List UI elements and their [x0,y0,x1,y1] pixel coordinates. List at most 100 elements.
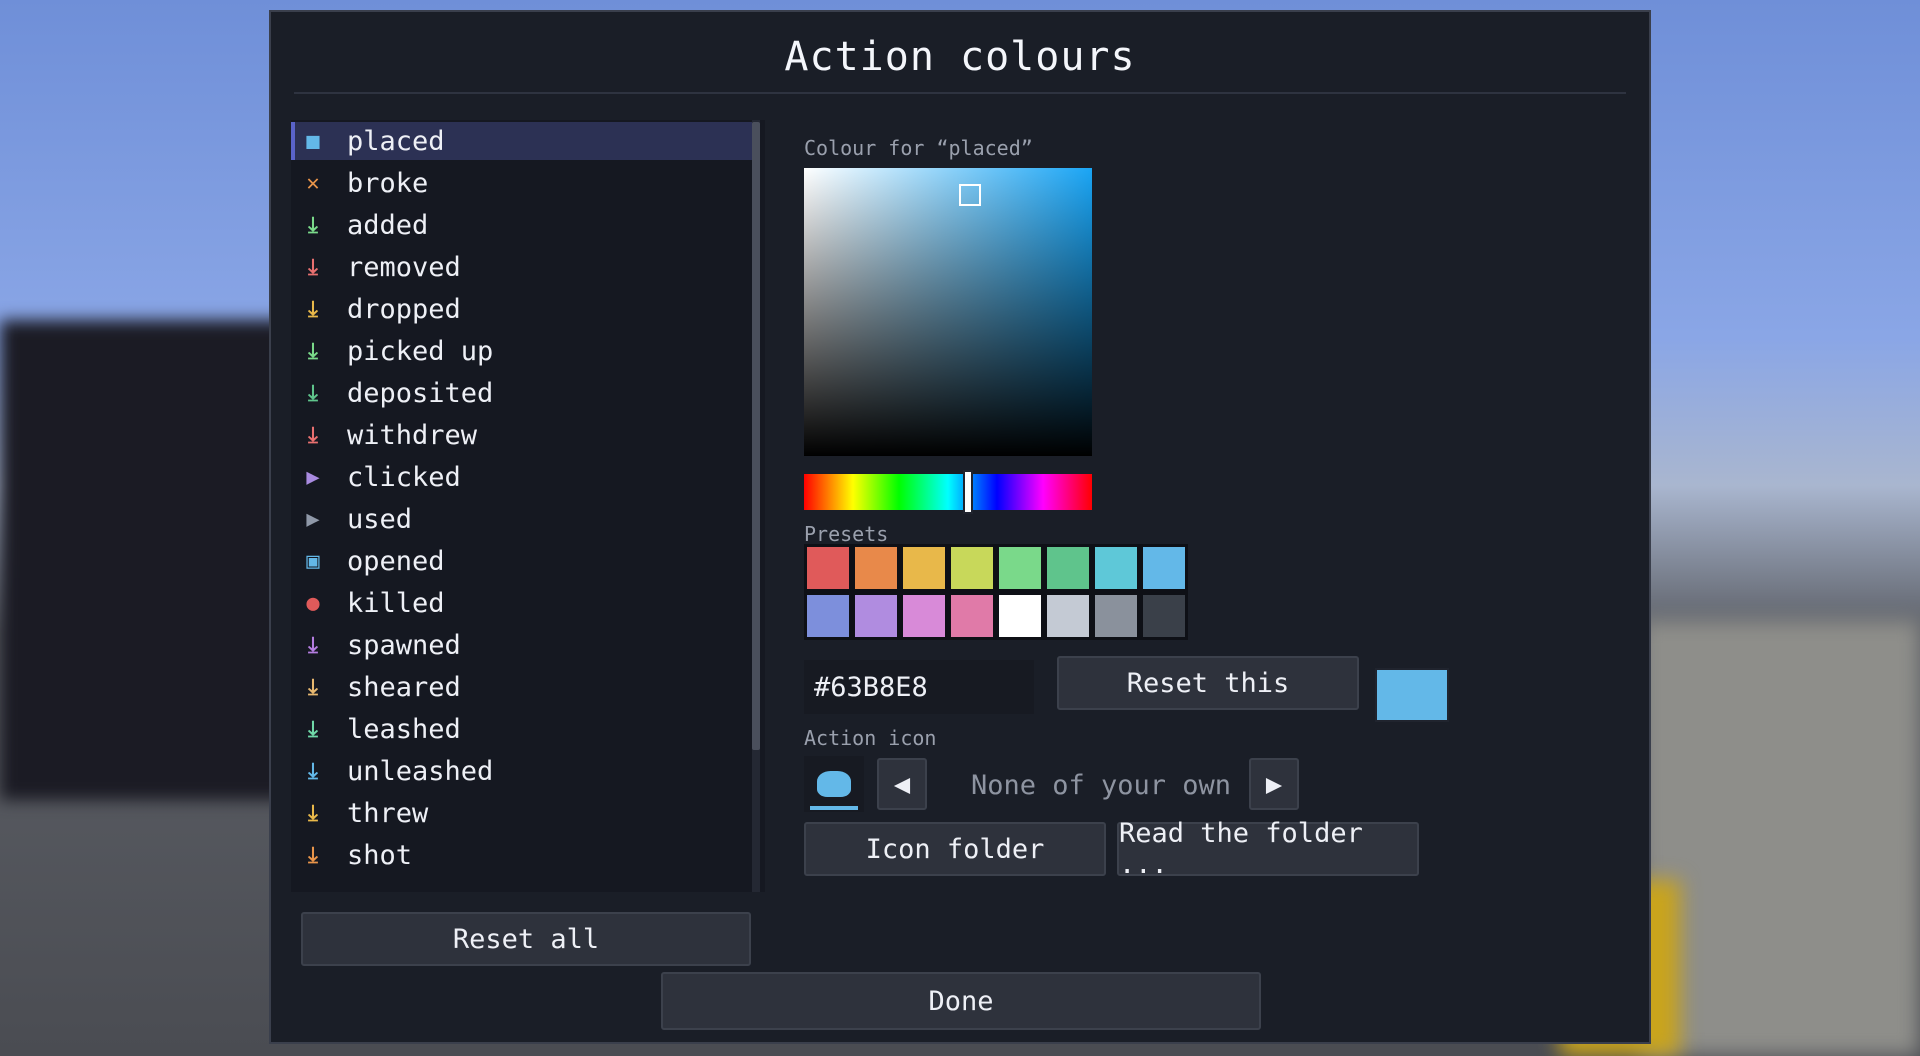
action-label: threw [347,797,429,829]
hue-slider-handle[interactable] [963,470,973,514]
action-row-opened[interactable]: ▣ opened [291,542,757,580]
action-label: deposited [347,377,494,409]
preset-swatch[interactable] [951,595,993,637]
cursor-icon: ▶ [306,506,320,532]
arrow-down-icon: ⤓ [308,338,318,364]
arrow-down-icon: ⤓ [308,254,318,280]
read-folder-button[interactable]: Read the folder ... [1117,818,1419,880]
preset-swatch[interactable] [807,547,849,589]
action-label: picked up [347,335,494,367]
reset-this-button[interactable]: Reset this [1057,656,1359,710]
action-row-shot[interactable]: ⤓ shot [291,836,757,874]
arrow-down-icon: ⤓ [308,296,318,322]
chest-icon: ▣ [306,548,320,574]
hex-input[interactable]: #63B8E8 [804,660,1034,714]
sv-picker-cursor[interactable] [959,184,981,206]
action-row-used[interactable]: ▶ used [291,500,757,538]
action-label: spawned [347,629,461,661]
chevron-right-icon: ▶ [1265,768,1283,800]
preset-swatch[interactable] [999,547,1041,589]
action-row-killed[interactable]: ● killed [291,584,757,622]
preset-swatch[interactable] [1047,547,1089,589]
saturation-value-picker[interactable] [804,168,1092,456]
preset-swatch[interactable] [1095,595,1137,637]
preset-swatch[interactable] [855,547,897,589]
preset-swatch[interactable] [903,547,945,589]
background-block [0,320,300,800]
action-row-spawned[interactable]: ⤓ spawned [291,626,757,664]
action-row-broke[interactable]: ✕ broke [291,164,757,202]
action-label: killed [347,587,445,619]
cross-icon: ✕ [306,170,320,196]
action-row-sheared[interactable]: ⤓ sheared [291,668,757,706]
title-divider [294,92,1626,94]
arrow-down-icon: ⤓ [308,632,318,658]
action-label: added [347,209,429,241]
action-row-removed[interactable]: ⤓ removed [291,248,757,286]
icon-folder-button[interactable]: Icon folder [804,822,1106,876]
icon-name-display: None of your own [951,758,1251,812]
action-icon-label: Action icon [804,726,937,750]
action-row-placed[interactable]: ■ placed [291,122,757,160]
action-label: withdrew [347,419,478,451]
arrow-down-icon: ⤓ [308,758,318,784]
preset-swatch[interactable] [951,547,993,589]
preset-swatch[interactable] [1143,547,1185,589]
action-row-deposited[interactable]: ⤓ deposited [291,374,757,412]
action-label: opened [347,545,445,577]
arrow-down-icon: ⤓ [308,212,318,238]
action-row-withdrew[interactable]: ⤓ withdrew [291,416,757,454]
action-icon-preview [804,756,864,812]
arrow-down-icon: ⤓ [308,842,318,868]
preset-swatches [804,544,1188,640]
background-floor [1640,620,1920,1056]
action-label: unleashed [347,755,494,787]
done-button[interactable]: Done [661,972,1261,1030]
preset-swatch[interactable] [1095,547,1137,589]
presets-label: Presets [804,522,889,546]
colour-for-label: Colour for “placed” [804,136,1033,160]
chevron-left-icon: ◀ [893,768,911,800]
action-label: removed [347,251,461,283]
action-row-unleashed[interactable]: ⤓ unleashed [291,752,757,790]
arrow-down-icon: ⤓ [308,716,318,742]
action-row-leashed[interactable]: ⤓ leashed [291,710,757,748]
action-colours-dialog: Action colours ■ placed ✕ broke ⤓ added ⤓ remov… [269,10,1651,1044]
action-label: shot [347,839,413,871]
action-row-dropped[interactable]: ⤓ dropped [291,290,757,328]
preset-swatch[interactable] [903,595,945,637]
previous-icon-button[interactable]: ◀ [877,758,927,810]
cube-icon: ■ [306,128,320,154]
action-row-added[interactable]: ⤓ added [291,206,757,244]
preset-swatch[interactable] [1047,595,1089,637]
hue-slider[interactable] [804,474,1092,510]
cursor-icon: ▶ [306,464,320,490]
action-label: placed [347,125,445,157]
preset-swatch[interactable] [807,595,849,637]
arrow-down-icon: ⤓ [308,800,318,826]
skull-icon: ● [306,590,320,616]
current-colour-swatch [1375,668,1449,722]
preset-swatch[interactable] [1143,595,1185,637]
action-label: dropped [347,293,461,325]
arrow-down-icon: ⤓ [308,380,318,406]
action-list[interactable]: ■ placed ✕ broke ⤓ added ⤓ removed ⤓ dropped ⤓ pick… [291,120,765,892]
action-row-threw[interactable]: ⤓ threw [291,794,757,832]
action-row-picked-up[interactable]: ⤓ picked up [291,332,757,370]
action-label: clicked [347,461,461,493]
preset-swatch[interactable] [999,595,1041,637]
dialog-title: Action colours [784,34,1136,80]
preset-swatch[interactable] [855,595,897,637]
action-label: leashed [347,713,461,745]
action-label: sheared [347,671,461,703]
icon-underline [810,806,858,810]
reset-all-button[interactable]: Reset all [301,912,751,966]
list-scrollbar-thumb[interactable] [752,122,760,750]
action-row-clicked[interactable]: ▶ clicked [291,458,757,496]
arrow-down-icon: ⤓ [308,422,318,448]
next-icon-button[interactable]: ▶ [1249,758,1299,810]
cube-icon [817,771,851,797]
action-label: broke [347,167,429,199]
arrow-down-icon: ⤓ [308,674,318,700]
action-label: used [347,503,413,535]
